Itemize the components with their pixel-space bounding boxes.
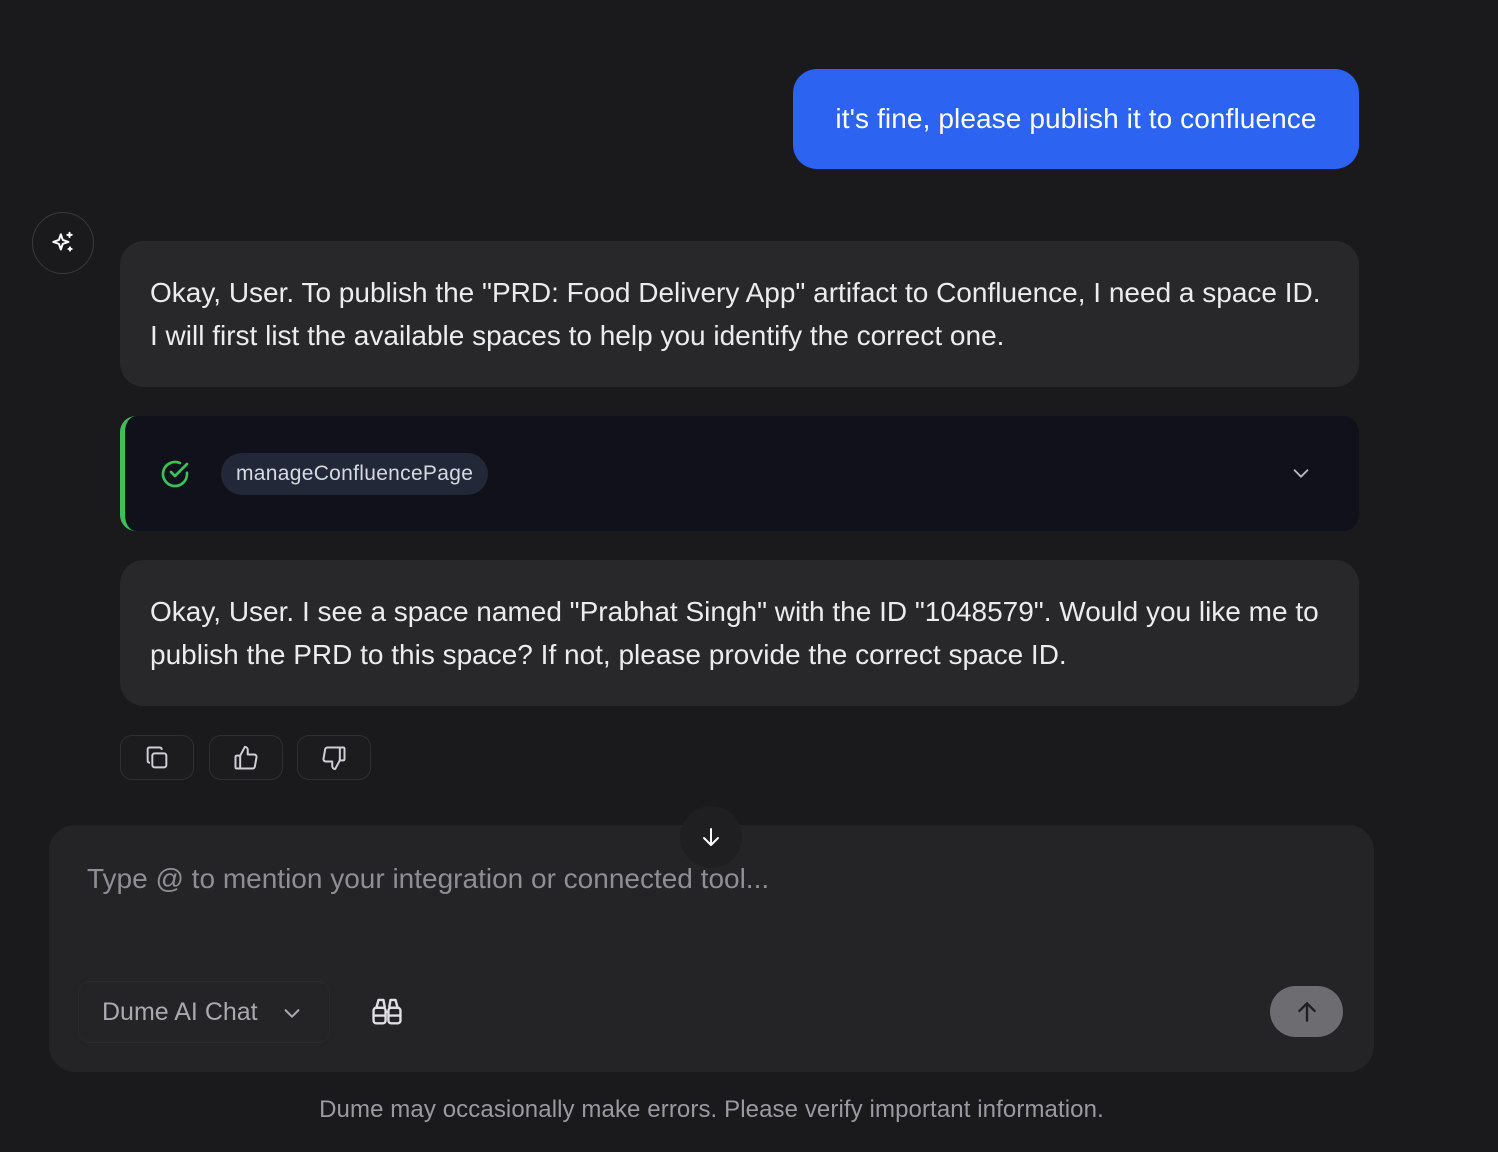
- tool-call-card: manageConfluencePage: [120, 416, 1359, 531]
- assistant-message-text: Okay, User. To publish the "PRD: Food De…: [150, 277, 1321, 351]
- sparkle-icon: [52, 231, 73, 252]
- copy-icon: [146, 746, 168, 768]
- assistant-message: Okay, User. I see a space named "Prabhat…: [120, 560, 1359, 706]
- message-input[interactable]: [87, 859, 1287, 899]
- arrow-up-icon: [1297, 1001, 1316, 1022]
- chevron-down-icon: [284, 1009, 300, 1018]
- thumbs-up-icon: [234, 745, 258, 769]
- assistant-avatar: [32, 212, 94, 274]
- assistant-message: Okay, User. To publish the "PRD: Food De…: [120, 241, 1359, 387]
- model-selector-label: Dume AI Chat: [102, 997, 258, 1026]
- tool-name: manageConfluencePage: [236, 462, 474, 485]
- user-message-text: it's fine, please publish it to confluen…: [835, 103, 1317, 134]
- binoculars-icon[interactable]: [369, 995, 405, 1029]
- check-circle-icon: [161, 460, 189, 488]
- model-selector[interactable]: Dume AI Chat: [78, 981, 330, 1043]
- assistant-message-text: Okay, User. I see a space named "Prabhat…: [150, 596, 1319, 670]
- thumbs-up-button[interactable]: [209, 735, 283, 780]
- scroll-to-bottom-button[interactable]: [680, 806, 742, 868]
- user-message-bubble: it's fine, please publish it to confluen…: [793, 69, 1359, 169]
- send-button[interactable]: [1270, 986, 1343, 1037]
- disclaimer-text: Dume may occasionally make errors. Pleas…: [319, 1096, 1104, 1123]
- chat-page: it's fine, please publish it to confluen…: [0, 0, 1498, 1152]
- thumbs-down-button[interactable]: [297, 735, 371, 780]
- expand-tool-button[interactable]: [1287, 459, 1315, 487]
- arrow-down-icon: [703, 828, 719, 846]
- copy-button[interactable]: [120, 735, 194, 780]
- tool-name-chip: manageConfluencePage: [221, 453, 489, 495]
- chevron-down-icon: [1293, 469, 1309, 478]
- thumbs-down-icon: [322, 746, 346, 770]
